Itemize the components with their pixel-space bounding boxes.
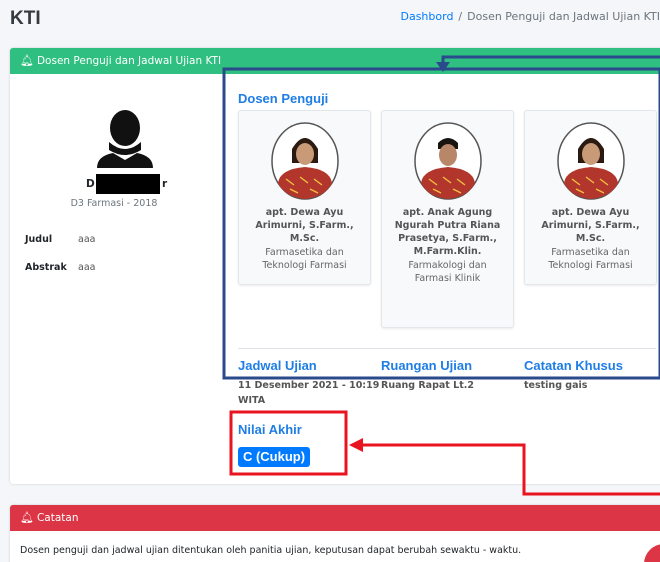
annotation-red-box — [229, 410, 348, 476]
annotation-red-arrowhead — [349, 438, 363, 452]
annotation-overlay — [222, 55, 660, 496]
annotation-blue-box — [222, 67, 660, 380]
annotation-red-arrow — [360, 443, 660, 496]
annotation-blue-arrow — [441, 55, 660, 62]
